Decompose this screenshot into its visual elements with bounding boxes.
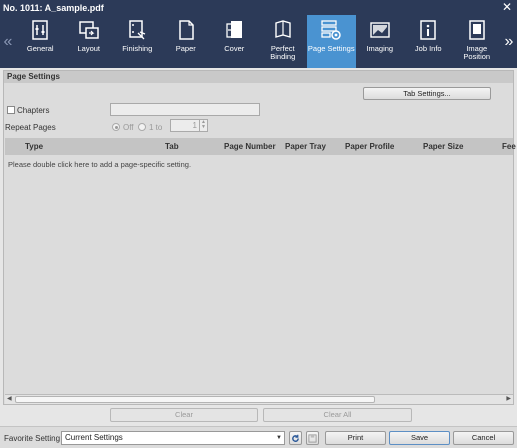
tab-label: General bbox=[26, 44, 54, 53]
table-header: Type Tab Page Number Paper Tray Paper Pr… bbox=[5, 138, 516, 155]
tab-page-settings[interactable]: Page Settings bbox=[307, 15, 356, 68]
tab-label: Cover bbox=[224, 44, 245, 53]
chapters-label: Chapters bbox=[17, 106, 50, 115]
tab-finishing[interactable]: Finishing bbox=[113, 15, 162, 68]
job-info-icon bbox=[420, 20, 436, 40]
tab-label: Paper bbox=[175, 44, 196, 53]
repeat-pages-label: Repeat Pages bbox=[5, 123, 56, 132]
layout-icon bbox=[79, 21, 99, 39]
save-favorite-button[interactable] bbox=[306, 431, 319, 445]
stepper-arrows-icon[interactable]: ▲ ▼ bbox=[199, 120, 207, 131]
settings-toolbar: « General Layout Finishing Paper Cover P… bbox=[0, 15, 517, 68]
column-header-tab[interactable]: Tab bbox=[165, 142, 179, 151]
finishing-icon bbox=[129, 20, 146, 40]
tab-settings-button[interactable]: Tab Settings... bbox=[363, 87, 491, 100]
tab-paper[interactable]: Paper bbox=[162, 15, 211, 68]
scrollbar-thumb[interactable] bbox=[15, 396, 375, 403]
paper-icon bbox=[179, 20, 194, 40]
chapters-field[interactable] bbox=[110, 103, 260, 116]
page-settings-panel: Page Settings Tab Settings... Chapters R… bbox=[3, 70, 516, 405]
column-header-type[interactable]: Type bbox=[25, 142, 43, 151]
close-icon[interactable]: ✕ bbox=[502, 1, 512, 13]
imaging-icon bbox=[370, 22, 390, 38]
refresh-icon bbox=[292, 434, 299, 442]
cover-icon bbox=[226, 21, 243, 38]
repeat-pages-value: 1 bbox=[192, 121, 197, 130]
tab-job-info[interactable]: Job Info bbox=[404, 15, 453, 68]
favorite-setting-value: Current Settings bbox=[65, 433, 123, 442]
refresh-button[interactable] bbox=[289, 431, 302, 445]
column-header-paper-profile[interactable]: Paper Profile bbox=[345, 142, 394, 151]
cancel-button[interactable]: Cancel bbox=[453, 431, 514, 445]
column-header-fee[interactable]: Fee bbox=[502, 142, 516, 151]
tab-label: Page Settings bbox=[307, 44, 355, 53]
horizontal-scrollbar[interactable]: ◀ ▶ bbox=[5, 394, 513, 404]
print-button[interactable]: Print bbox=[325, 431, 386, 445]
column-header-paper-tray[interactable]: Paper Tray bbox=[285, 142, 326, 151]
off-label: Off bbox=[123, 123, 134, 132]
save-button[interactable]: Save bbox=[389, 431, 450, 445]
tab-imaging[interactable]: Imaging bbox=[356, 15, 405, 68]
tab-label: Layout bbox=[77, 44, 101, 53]
column-header-page-number[interactable]: Page Number bbox=[224, 142, 276, 151]
tab-layout[interactable]: Layout bbox=[65, 15, 114, 68]
tab-label: Imaging bbox=[366, 44, 394, 53]
perfect-binding-icon bbox=[275, 20, 291, 38]
column-header-paper-size[interactable]: Paper Size bbox=[423, 142, 463, 151]
scroll-left-icon[interactable]: « bbox=[0, 15, 16, 68]
repeat-pages-stepper[interactable]: 1 ▲ ▼ bbox=[170, 119, 208, 132]
favorite-setting-select[interactable]: Current Settings ▼ bbox=[61, 431, 285, 445]
general-icon bbox=[32, 20, 48, 40]
settings-table-body[interactable]: Please double click here to add a page-s… bbox=[5, 155, 513, 394]
tab-general[interactable]: General bbox=[16, 15, 65, 68]
clear-button[interactable]: Clear bbox=[110, 408, 258, 422]
tab-label: Job Info bbox=[414, 44, 442, 53]
favorite-setting-label: Favorite Setting bbox=[4, 434, 61, 443]
tab-cover[interactable]: Cover bbox=[210, 15, 259, 68]
window-titlebar: No. 1011: A_sample.pdf ✕ bbox=[0, 0, 517, 15]
one-to-label: 1 to bbox=[149, 123, 163, 132]
window-title: No. 1011: A_sample.pdf bbox=[3, 2, 104, 13]
tab-label: Image Position bbox=[463, 44, 491, 61]
tab-perfect-binding[interactable]: Perfect Binding bbox=[259, 15, 308, 68]
one-to-radio[interactable] bbox=[138, 123, 146, 131]
scroll-right-icon[interactable]: » bbox=[501, 15, 517, 68]
off-radio[interactable] bbox=[112, 123, 120, 131]
footer-bar: Favorite Setting Current Settings ▼ Prin… bbox=[0, 426, 517, 448]
tab-label: Perfect Binding bbox=[270, 44, 296, 61]
page-settings-icon bbox=[321, 20, 341, 40]
scroll-right-arrow-icon[interactable]: ▶ bbox=[506, 395, 511, 402]
tab-label: Finishing bbox=[122, 44, 153, 53]
scroll-left-arrow-icon[interactable]: ◀ bbox=[7, 395, 12, 402]
empty-hint: Please double click here to add a page-s… bbox=[8, 160, 192, 169]
tab-image-position[interactable]: Image Position bbox=[453, 15, 502, 68]
chevron-down-icon[interactable]: ▼ bbox=[274, 432, 284, 444]
section-title: Page Settings bbox=[4, 71, 513, 83]
chapters-checkbox[interactable] bbox=[7, 106, 15, 114]
image-position-icon bbox=[469, 20, 485, 40]
floppy-disk-icon bbox=[308, 433, 317, 443]
clear-all-button[interactable]: Clear All bbox=[263, 408, 412, 422]
